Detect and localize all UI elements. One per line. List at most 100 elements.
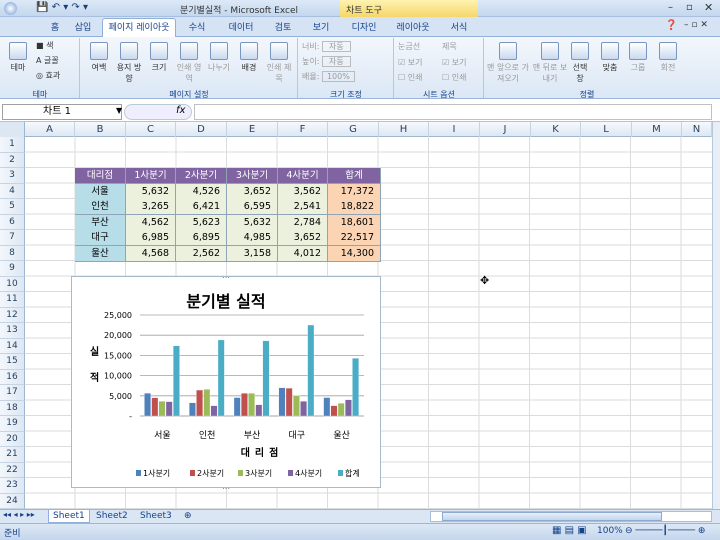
region-cell[interactable]: 서울 (75, 183, 126, 200)
group-button[interactable]: 그룹 (626, 42, 650, 73)
office-button[interactable] (4, 2, 17, 15)
value-cell[interactable]: 2,562 (176, 245, 227, 262)
view-buttons[interactable]: ▦ ▤ ▣ (552, 525, 587, 536)
value-cell[interactable]: 17,372 (328, 183, 381, 200)
row-header-15[interactable]: 15 (0, 354, 25, 370)
value-cell[interactable]: 2,784 (278, 214, 328, 231)
value-cell[interactable]: 14,300 (328, 245, 381, 262)
table-header-cell[interactable]: 합계 (328, 168, 381, 184)
name-box-dropdown-icon[interactable]: ▼ (116, 106, 122, 115)
height-field[interactable]: 높이: 자동 (302, 56, 351, 67)
value-cell[interactable]: 3,652 (278, 230, 328, 246)
chart-title[interactable]: 분기별 실적 (186, 292, 265, 311)
value-cell[interactable]: 3,652 (227, 183, 278, 200)
row-header-23[interactable]: 23 (0, 478, 25, 494)
size-button[interactable]: 크기 (146, 42, 172, 73)
bar-4-0[interactable] (173, 345, 180, 417)
gridlines-print-checkbox[interactable]: ☐ 인쇄 (398, 72, 422, 83)
horizontal-scroll-thumb[interactable] (442, 512, 662, 521)
print-area-button[interactable]: 인쇄 영역 (176, 42, 202, 84)
value-cell[interactable]: 4,985 (227, 230, 278, 246)
table-header-cell[interactable]: 1사분기 (126, 168, 176, 184)
column-header-i[interactable]: I (429, 122, 480, 137)
value-cell[interactable]: 5,632 (227, 214, 278, 231)
row-header-17[interactable]: 17 (0, 385, 25, 401)
bar-3-4[interactable] (345, 399, 352, 417)
rotate-button[interactable]: 회전 (656, 42, 680, 73)
value-cell[interactable]: 3,562 (278, 183, 328, 200)
plot-area[interactable] (144, 324, 359, 417)
value-cell[interactable]: 6,421 (176, 199, 227, 215)
bring-to-front-button[interactable]: 맨 앞으로 가져오기 (486, 42, 530, 84)
send-to-back-button[interactable]: 맨 뒤로 보내기 (530, 42, 570, 84)
tab-insert[interactable]: 삽입 (68, 19, 98, 37)
bar-0-4[interactable] (323, 397, 331, 417)
bar-2-4[interactable] (337, 403, 345, 417)
bar-2-1[interactable] (203, 389, 211, 417)
tab-data[interactable]: 데이터 (226, 19, 256, 37)
row-header-22[interactable]: 22 (0, 462, 25, 478)
row-header-12[interactable]: 12 (0, 307, 25, 323)
bar-1-4[interactable] (330, 405, 338, 417)
name-box[interactable]: 차트 1 (2, 104, 122, 120)
region-cell[interactable]: 부산 (75, 214, 126, 231)
row-header-16[interactable]: 16 (0, 369, 25, 385)
column-header-h[interactable]: H (379, 122, 429, 137)
chart-area[interactable]: 분기별 실적 실적 대리점 - 5,000 10,000 15,000 20,000 25… (71, 276, 381, 488)
bar-0-0[interactable] (144, 393, 151, 417)
column-header-n[interactable]: N (682, 122, 712, 137)
row-header-4[interactable]: 4 (0, 183, 25, 199)
table-header-cell[interactable]: 3사분기 (227, 168, 278, 184)
theme-effects-button[interactable]: ◎ 효과 (36, 70, 60, 81)
selection-pane-button[interactable]: 선택 창 (570, 42, 590, 84)
column-header-k[interactable]: K (531, 122, 581, 137)
value-cell[interactable]: 3,158 (227, 245, 278, 262)
bar-2-2[interactable] (248, 393, 255, 417)
row-header-20[interactable]: 20 (0, 431, 25, 447)
value-cell[interactable]: 4,012 (278, 245, 328, 262)
value-cell[interactable]: 4,526 (176, 183, 227, 200)
row-header-13[interactable]: 13 (0, 323, 25, 339)
table-header-cell[interactable]: 대리점 (75, 168, 126, 184)
row-header-10[interactable]: 10 (0, 276, 25, 292)
tab-view[interactable]: 보기 (306, 19, 336, 37)
region-cell[interactable]: 울산 (75, 245, 126, 262)
tab-layout[interactable]: 레이아웃 (392, 19, 434, 37)
zoom-slider[interactable]: ⊖ ─────┃───── ⊕ (625, 526, 705, 536)
value-cell[interactable]: 6,985 (126, 230, 176, 246)
maximize-button[interactable]: ▫ (686, 2, 693, 13)
help-icon[interactable]: ❓ (665, 20, 677, 31)
row-header-6[interactable]: 6 (0, 214, 25, 230)
bar-3-0[interactable] (165, 401, 173, 417)
row-header-14[interactable]: 14 (0, 338, 25, 354)
width-field[interactable]: 너비: 자동 (302, 41, 351, 52)
bar-3-3[interactable] (300, 401, 307, 417)
row-header-18[interactable]: 18 (0, 400, 25, 416)
value-cell[interactable]: 18,822 (328, 199, 381, 215)
tab-design[interactable]: 디자인 (346, 19, 382, 37)
orientation-button[interactable]: 용지 방향 (116, 42, 142, 84)
tab-page-layout[interactable]: 페이지 레이아웃 (102, 18, 176, 38)
column-header-b[interactable]: B (75, 122, 126, 137)
bar-1-1[interactable] (196, 389, 203, 417)
select-all-button[interactable] (0, 122, 25, 137)
row-header-19[interactable]: 19 (0, 416, 25, 432)
sheet-tab-sheet2[interactable]: Sheet2 (92, 510, 132, 523)
tab-review[interactable]: 검토 (268, 19, 298, 37)
theme-fonts-button[interactable]: A 글꼴 (36, 55, 59, 66)
margins-button[interactable]: 여백 (86, 42, 112, 73)
column-header-l[interactable]: L (581, 122, 632, 137)
row-header-3[interactable]: 3 (0, 168, 25, 184)
column-header-j[interactable]: J (480, 122, 531, 137)
table-header-cell[interactable]: 4사분기 (278, 168, 328, 184)
value-cell[interactable]: 5,632 (126, 183, 176, 200)
formula-input[interactable] (194, 104, 712, 120)
vertical-scrollbar[interactable] (712, 122, 720, 509)
chart-resize-handle-bottom[interactable]: ⋯ (222, 484, 230, 493)
bar-4-4[interactable] (352, 358, 359, 417)
value-cell[interactable]: 6,595 (227, 199, 278, 215)
tab-format[interactable]: 서식 (444, 19, 474, 37)
bar-1-2[interactable] (241, 393, 248, 417)
row-header-21[interactable]: 21 (0, 447, 25, 463)
bar-1-3[interactable] (285, 387, 293, 417)
